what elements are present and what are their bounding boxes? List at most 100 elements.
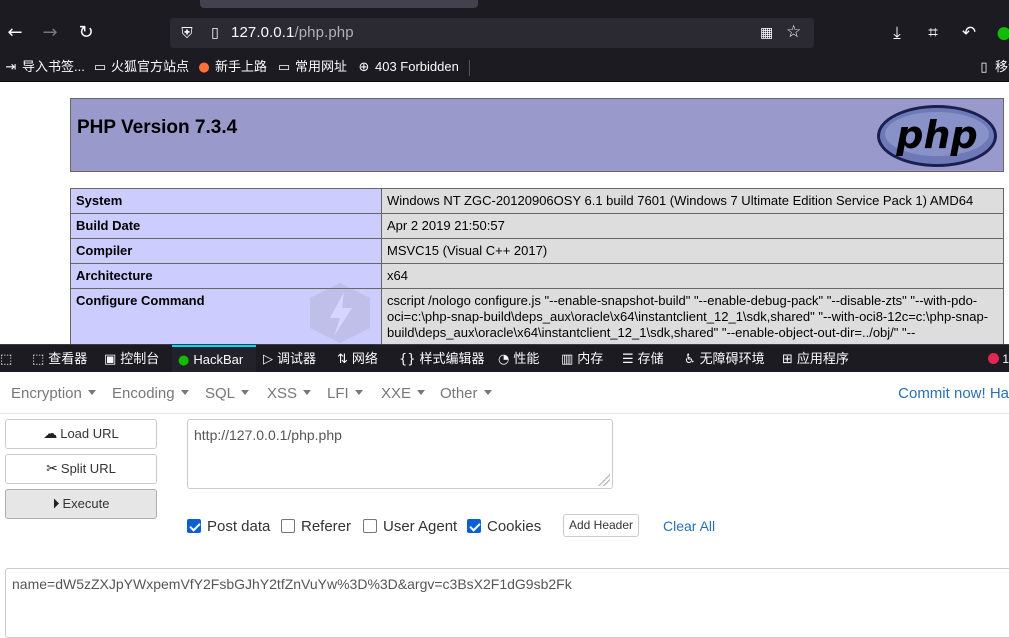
split-url-button[interactable]: ✂ Split URL	[5, 454, 157, 484]
braces-icon: {}	[399, 352, 416, 367]
page-content: PHP Version 7.3.4 php System Windows NT Z…	[0, 82, 1009, 344]
browser-toolbar: ← → ↻ ⛨ ▯ 127.0.0.1/php.php ▦ ☆ ⤓ ⌗ ↶ ●	[0, 0, 1009, 52]
post-data-textarea[interactable]: name=dW5zZXJpYWxpemVfY2FsbGJhY2tfZnVuYw%…	[5, 568, 1009, 638]
extension-icon[interactable]: ●	[992, 20, 1009, 46]
bookmark-label: 常用网址	[295, 59, 348, 74]
bookmark-separator	[469, 60, 470, 76]
tab-debugger[interactable]: ▷ 调试器	[263, 345, 316, 373]
row-value: MSVC15 (Visual C++ 2017)	[381, 238, 1004, 264]
undo-icon[interactable]: ↶	[957, 20, 981, 46]
caret-down-icon	[241, 390, 250, 395]
tab-memory[interactable]: ▥ 内存	[561, 345, 603, 373]
menu-encoding[interactable]: Encoding	[112, 385, 189, 402]
tab-style-editor[interactable]: {} 样式编辑器	[399, 345, 485, 373]
execute-button[interactable]: ⏵ Execute	[5, 489, 157, 519]
php-header: PHP Version 7.3.4 php	[70, 98, 1004, 172]
memory-icon: ▥	[561, 352, 574, 367]
post-data-checkbox[interactable]: Post data	[187, 518, 270, 535]
commit-link[interactable]: Commit now! Ha	[898, 385, 1009, 402]
tab-hackbar[interactable]: ● HackBar	[172, 345, 256, 373]
bookmark-getting-started[interactable]: ● 新手上路	[196, 58, 267, 76]
tab-label: 内存	[577, 351, 604, 366]
inspector-icon: ⬚	[32, 352, 45, 367]
crop-icon[interactable]: ⌗	[921, 20, 945, 46]
tab-label: 网络	[351, 351, 378, 366]
menu-encryption[interactable]: Encryption	[11, 385, 96, 402]
error-count: 1	[1002, 352, 1009, 366]
tab-performance[interactable]: ◔ 性能	[498, 345, 539, 373]
import-icon: ⇥	[5, 60, 17, 75]
tab-storage[interactable]: ☰ 存储	[622, 345, 664, 373]
menu-other[interactable]: Other	[440, 385, 492, 402]
bookmark-403[interactable]: ⊕ 403 Forbidden	[356, 58, 459, 76]
table-row: System Windows NT ZGC-20120906OSY 6.1 bui…	[70, 188, 1004, 214]
bookmark-common-sites[interactable]: ▭ 常用网址	[276, 58, 347, 76]
forward-arrow-icon[interactable]: →	[37, 20, 63, 46]
tab-label: 性能	[513, 351, 540, 366]
url-path: /php.php	[294, 24, 354, 41]
menu-label: Other	[440, 385, 478, 402]
qr-code-icon[interactable]: ▦	[760, 24, 778, 42]
table-row: Build Date Apr 2 2019 21:50:57	[70, 213, 1004, 239]
active-tab-edge[interactable]	[200, 0, 478, 8]
caret-down-icon	[354, 390, 363, 395]
tab-label: 存储	[637, 351, 664, 366]
url-text[interactable]: 127.0.0.1/php.php	[231, 24, 354, 41]
menu-xss[interactable]: XSS	[267, 385, 312, 402]
referer-checkbox[interactable]: Referer	[281, 518, 351, 535]
cookies-checkbox[interactable]: Cookies	[467, 518, 541, 535]
tab-accessibility[interactable]: ♿ 无障碍环境	[684, 345, 765, 373]
tab-label: HackBar	[193, 352, 244, 367]
load-url-button[interactable]: ☁ Load URL	[5, 419, 157, 449]
bookmarks-toolbar: ⇥ 导入书签... ▭ 火狐官方站点 ● 新手上路 ▭ 常用网址 ⊕ 403 Forbid…	[0, 52, 1009, 82]
resize-grip-icon[interactable]	[598, 474, 610, 486]
checkbox-checked[interactable]	[187, 519, 201, 533]
hackbar-icon: ●	[178, 353, 190, 368]
mobile-icon: ▯	[980, 60, 988, 75]
devtools-toolbar: ⬚ ⬚ 查看器 ▣ 控制台 ● HackBar ▷ 调试器 ⇅ 网络 {} 样式编辑器 ◔ 性…	[0, 344, 1009, 373]
page-icon[interactable]: ▯	[204, 22, 226, 44]
grid-icon: ⊞	[782, 352, 793, 367]
bookmark-label: 403 Forbidden	[375, 59, 459, 74]
caret-down-icon	[180, 390, 189, 395]
folder-icon: ▭	[277, 60, 291, 75]
menu-lfi[interactable]: LFI	[327, 385, 363, 402]
address-bar[interactable]: ⛨ ▯ 127.0.0.1/php.php ▦ ☆	[170, 18, 814, 48]
element-picker[interactable]: ⬚	[0, 345, 16, 373]
checkbox-checked[interactable]	[467, 519, 481, 533]
globe-icon: ⊕	[358, 60, 370, 75]
tab-inspector[interactable]: ⬚ 查看器	[32, 345, 87, 373]
download-icon[interactable]: ⤓	[885, 20, 909, 46]
url-textarea[interactable]: http://127.0.0.1/php.php	[187, 419, 613, 489]
debugger-icon: ▷	[263, 352, 273, 367]
menu-label: Encryption	[11, 385, 82, 402]
bookmark-label: 移动	[995, 59, 1009, 74]
caret-down-icon	[87, 390, 96, 395]
button-label: Load URL	[60, 426, 119, 441]
tab-label: 应用程序	[796, 351, 849, 366]
bookmark-import[interactable]: ⇥ 导入书签...	[3, 58, 85, 76]
user-agent-checkbox[interactable]: User Agent	[363, 518, 457, 535]
bookmark-label: 导入书签...	[22, 59, 85, 74]
menu-xxe[interactable]: XXE	[381, 385, 426, 402]
checkbox-unchecked[interactable]	[281, 519, 295, 533]
error-count-badge[interactable]: 1	[988, 345, 1009, 373]
checkbox-unchecked[interactable]	[363, 519, 377, 533]
clear-all-link[interactable]: Clear All	[663, 518, 715, 534]
gauge-icon: ◔	[498, 352, 510, 367]
shield-icon[interactable]: ⛨	[176, 22, 198, 44]
reload-icon[interactable]: ↻	[73, 20, 99, 46]
play-icon: ⏵	[52, 496, 60, 512]
bookmark-label: 新手上路	[215, 59, 268, 74]
tab-network[interactable]: ⇅ 网络	[337, 345, 378, 373]
back-arrow-icon[interactable]: ←	[2, 20, 28, 46]
tab-application[interactable]: ⊞ 应用程序	[782, 345, 849, 373]
hackbar-panel: Encryption Encoding SQL XSS LFI XXE Othe…	[0, 372, 1009, 638]
tab-console[interactable]: ▣ 控制台	[104, 345, 159, 373]
checkbox-label: Cookies	[487, 518, 542, 535]
star-icon[interactable]: ☆	[786, 22, 806, 42]
menu-sql[interactable]: SQL	[205, 385, 250, 402]
add-header-button[interactable]: Add Header	[563, 514, 639, 537]
bookmark-mobile[interactable]: ▯ 移动	[976, 58, 1009, 76]
bookmark-firefox-site[interactable]: ▭ 火狐官方站点	[92, 58, 189, 76]
